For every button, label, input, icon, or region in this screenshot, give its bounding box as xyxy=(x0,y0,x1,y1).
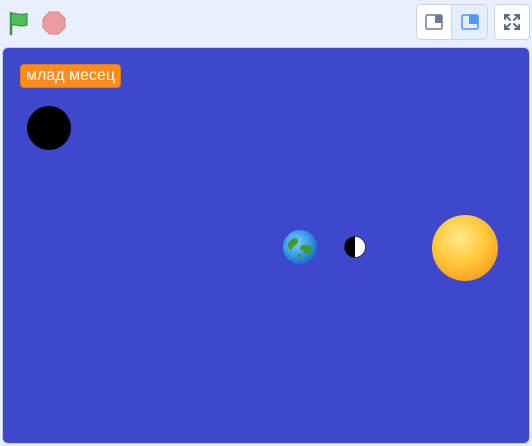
variable-monitor: млад месец xyxy=(20,64,121,88)
earth-sprite[interactable] xyxy=(281,228,319,266)
large-stage-icon xyxy=(460,14,479,30)
stage-header xyxy=(0,0,532,46)
stage-size-toggle xyxy=(416,4,488,40)
fullscreen-icon xyxy=(504,14,520,30)
stop-icon[interactable] xyxy=(42,11,66,35)
black-moon-sprite[interactable] xyxy=(26,105,72,151)
small-stage-button[interactable] xyxy=(417,5,453,39)
small-stage-icon xyxy=(425,14,443,30)
half-moon-sprite[interactable] xyxy=(343,235,367,259)
sun-sprite[interactable] xyxy=(430,213,500,283)
stage[interactable]: млад месец xyxy=(2,47,530,444)
large-stage-button[interactable] xyxy=(452,5,487,39)
green-flag-icon[interactable] xyxy=(6,10,32,36)
fullscreen-button[interactable] xyxy=(494,4,530,40)
